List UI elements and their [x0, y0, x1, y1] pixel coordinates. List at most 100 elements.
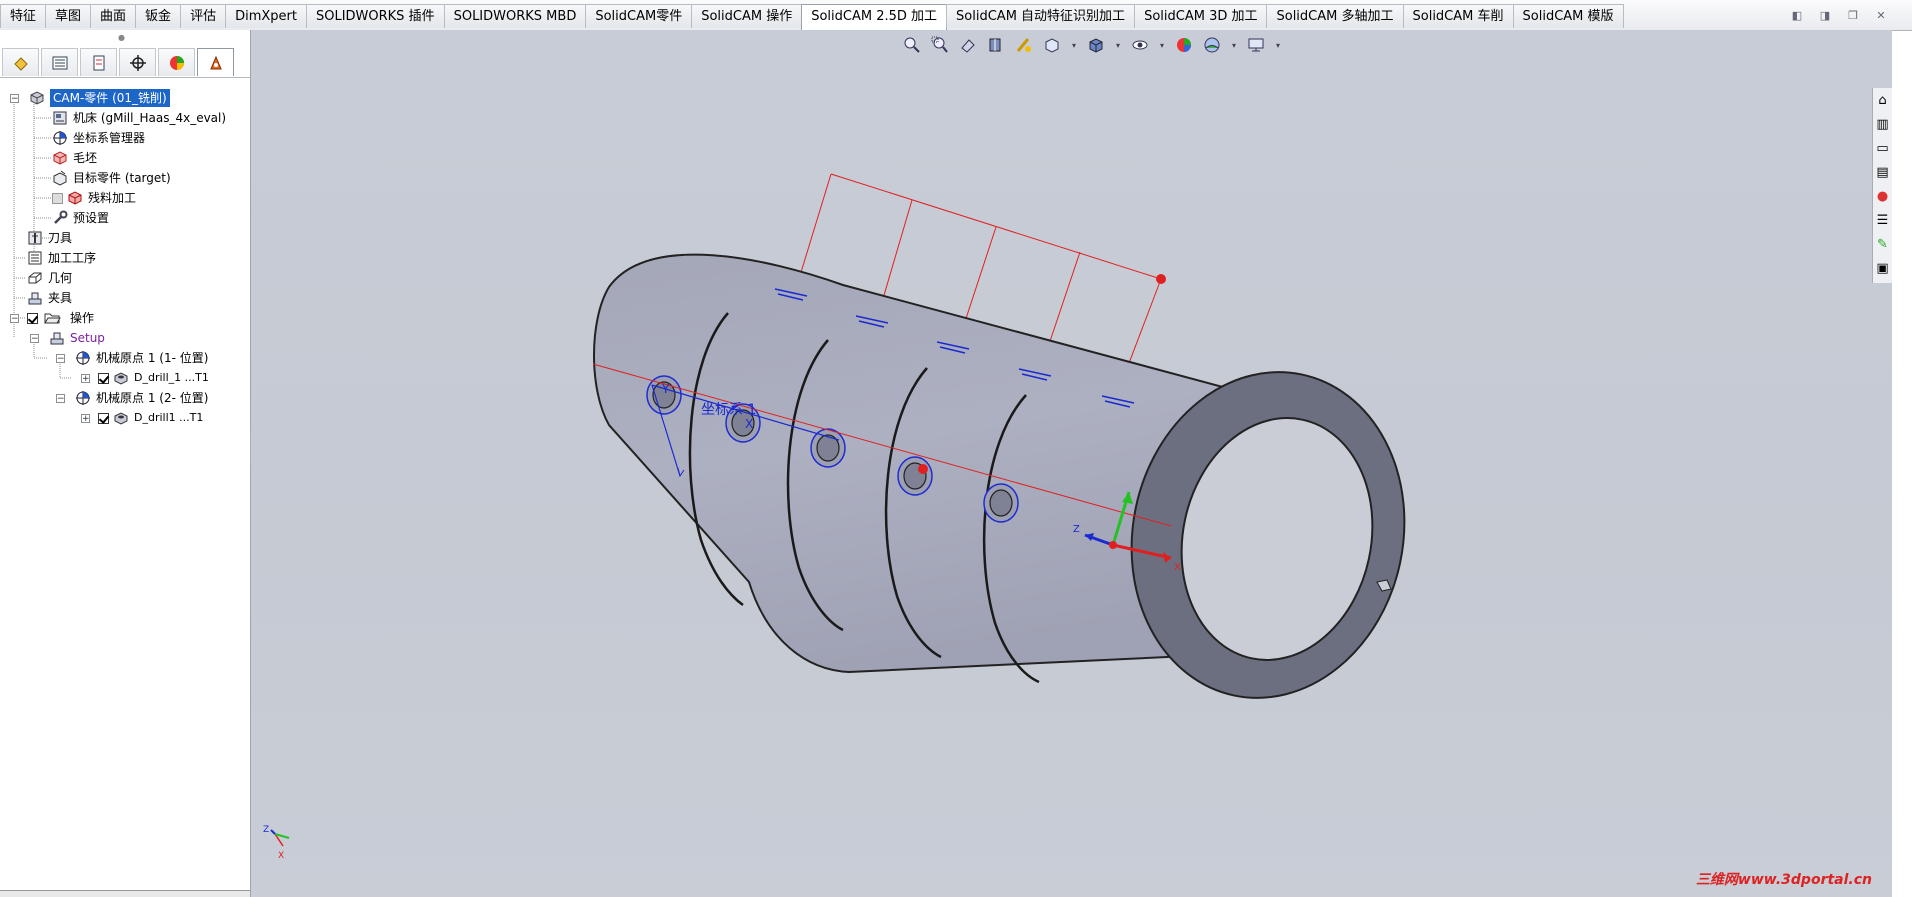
tree-collapse-setup[interactable]: − — [30, 334, 39, 344]
tab-surfaces[interactable]: 曲面 — [90, 4, 137, 28]
configuration-manager-icon — [93, 55, 104, 70]
triad-z-label: Z — [263, 825, 269, 835]
cam-part-icon — [30, 91, 44, 105]
tree-item-presets[interactable]: 预设置 — [52, 209, 109, 227]
tile-left-icon[interactable]: ◧ — [1790, 10, 1804, 22]
tree-item-processes[interactable]: 加工工序 — [27, 249, 96, 267]
feature-manager-tab[interactable] — [2, 48, 39, 76]
tree-collapse-operations[interactable]: − — [10, 314, 19, 324]
tab-solidcam-25d[interactable]: SolidCAM 2.5D 加工 — [801, 4, 948, 30]
tab-solidcam-turning[interactable]: SolidCAM 车削 — [1402, 4, 1514, 28]
tree-item-rest-machining[interactable]: 残料加工 — [52, 189, 136, 207]
tree-label: 机械原点 1 (1- 位置) — [96, 351, 209, 365]
tree-label: D_drill_1 ...T1 — [134, 371, 209, 384]
op2-checkbox[interactable] — [98, 412, 109, 424]
tree-item-op1[interactable]: D_drill_1 ...T1 — [98, 369, 209, 387]
solidcam-manager-tab[interactable] — [197, 48, 234, 76]
op1-checkbox[interactable] — [98, 372, 109, 384]
tree-label: 机械原点 1 (2- 位置) — [96, 391, 209, 405]
tree-label: 加工工序 — [48, 251, 97, 265]
tab-solidcam-3d[interactable]: SolidCAM 3D 加工 — [1134, 4, 1268, 28]
axis-point[interactable] — [918, 464, 928, 474]
bottom-tab-strip[interactable] — [0, 890, 250, 897]
tree-expand-op1[interactable]: + — [81, 374, 90, 384]
configuration-manager-tab[interactable] — [80, 48, 117, 76]
appearances-icon[interactable]: ● — [1875, 187, 1891, 207]
close-icon[interactable]: ✕ — [1874, 10, 1888, 22]
property-manager-tab[interactable] — [41, 48, 78, 76]
origin-axis-x-label: X — [1174, 562, 1181, 573]
tree-item-target[interactable]: 目标零件 (target) — [52, 169, 171, 187]
tab-dimxpert[interactable]: DimXpert — [225, 4, 307, 28]
sketch-point[interactable] — [1156, 274, 1166, 284]
tree-item-machine[interactable]: 机床 (gMill_Haas_4x_eval) — [52, 109, 226, 127]
tree-item-tools[interactable]: 刀具 — [27, 229, 72, 247]
coord-axis-x-label: X — [745, 417, 753, 431]
manager-tabs — [0, 48, 250, 78]
tree-label: 预设置 — [73, 211, 110, 225]
wrench-icon — [54, 210, 68, 224]
rest-machining-icon — [68, 191, 82, 205]
tree-collapse-origin1[interactable]: − — [56, 354, 65, 364]
triad-x-label: X — [278, 851, 284, 861]
graphics-area[interactable]: ▾ ▾ ▾ ▾ ▾ Y 坐标系 1 X Z X ⌂ ▥ ▭ ▤ ● ☰ ✎ ▣ … — [251, 30, 1892, 897]
tab-solidworks-mbd[interactable]: SOLIDWORKS MBD — [443, 4, 587, 28]
tree-collapse-root[interactable]: − — [10, 94, 19, 104]
crosshair-icon — [129, 54, 146, 71]
command-manager: 特征 草图 曲面 钣金 评估 DimXpert SOLIDWORKS 插件 SO… — [0, 0, 1912, 31]
dimxpert-manager-tab[interactable] — [119, 48, 156, 76]
tab-solidcam-multiaxis[interactable]: SolidCAM 多轴加工 — [1266, 4, 1404, 28]
design-library-icon[interactable]: ▥ — [1875, 115, 1891, 135]
tree-item-origin1[interactable]: 机械原点 1 (1- 位置) — [75, 349, 208, 367]
tool-icon — [28, 231, 42, 245]
command-tabs: 特征 草图 曲面 钣金 评估 DimXpert SOLIDWORKS 插件 SO… — [0, 4, 1624, 30]
solidcam-tasks-icon[interactable]: ✎ — [1875, 235, 1891, 255]
file-explorer-icon[interactable]: ▭ — [1875, 139, 1891, 159]
tree-label: 毛坯 — [73, 151, 98, 165]
tile-right-icon[interactable]: ◨ — [1818, 10, 1832, 22]
operations-checkbox[interactable] — [27, 312, 38, 324]
solidcam-icon — [209, 55, 222, 69]
tree-item-op2[interactable]: D_drill1 ...T1 — [98, 409, 203, 427]
tab-solidcam-afrm[interactable]: SolidCAM 自动特征识别加工 — [946, 4, 1136, 28]
forum-icon[interactable]: ▣ — [1875, 259, 1891, 279]
tree-label: Setup — [70, 331, 105, 345]
tab-solidcam-part[interactable]: SolidCAM零件 — [585, 4, 693, 28]
tab-solidcam-operations[interactable]: SolidCAM 操作 — [691, 4, 803, 28]
tree-item-fixtures[interactable]: 夹具 — [27, 289, 72, 307]
tree-item-origin2[interactable]: 机械原点 1 (2- 位置) — [75, 389, 208, 407]
geometry-icon — [28, 272, 42, 284]
machine-icon — [53, 111, 67, 125]
tree-label: 几何 — [48, 271, 73, 285]
tree-item-stock[interactable]: 毛坯 — [52, 149, 97, 167]
tab-solidcam-templates[interactable]: SolidCAM 模版 — [1512, 4, 1624, 28]
tree-item-geometry[interactable]: 几何 — [27, 269, 72, 287]
tab-sheet-metal[interactable]: 钣金 — [135, 4, 182, 28]
tab-features[interactable]: 特征 — [0, 4, 47, 28]
tree-item-operations[interactable]: 操作 — [27, 309, 94, 327]
view-palette-icon[interactable]: ▤ — [1875, 163, 1891, 183]
display-manager-icon — [169, 55, 184, 70]
rest-machining-checkbox[interactable] — [52, 192, 63, 204]
tab-solidworks-addins[interactable]: SOLIDWORKS 插件 — [305, 4, 445, 28]
tab-sketch[interactable]: 草图 — [45, 4, 92, 28]
tree-label: 刀具 — [48, 231, 73, 245]
panel-grip-icon[interactable]: ● — [118, 33, 126, 42]
fixture-icon — [28, 292, 42, 305]
model-view: Y 坐标系 1 X Z X — [592, 173, 1406, 699]
feature-manager-icon — [13, 56, 28, 71]
custom-properties-icon[interactable]: ☰ — [1875, 211, 1891, 231]
tree-item-setup[interactable]: Setup — [49, 329, 105, 347]
tree-collapse-origin2[interactable]: − — [56, 394, 65, 404]
home-icon[interactable]: ⌂ — [1875, 91, 1891, 111]
tree-item-cam-part[interactable]: CAM-零件 (01_铣削) — [29, 89, 170, 107]
tree-expand-op2[interactable]: + — [81, 414, 90, 424]
tree-item-coord-manager[interactable]: 坐标系管理器 — [52, 129, 145, 147]
display-manager-tab[interactable] — [158, 48, 195, 76]
coord-system-label: 坐标系 1 — [701, 402, 756, 418]
tree-label: CAM-零件 (01_铣削) — [50, 89, 170, 107]
tab-evaluate[interactable]: 评估 — [180, 4, 227, 28]
restore-icon[interactable]: ❐ — [1846, 10, 1860, 22]
coord-axis-y-label: Y — [661, 382, 670, 396]
tree-label: 操作 — [70, 311, 95, 325]
